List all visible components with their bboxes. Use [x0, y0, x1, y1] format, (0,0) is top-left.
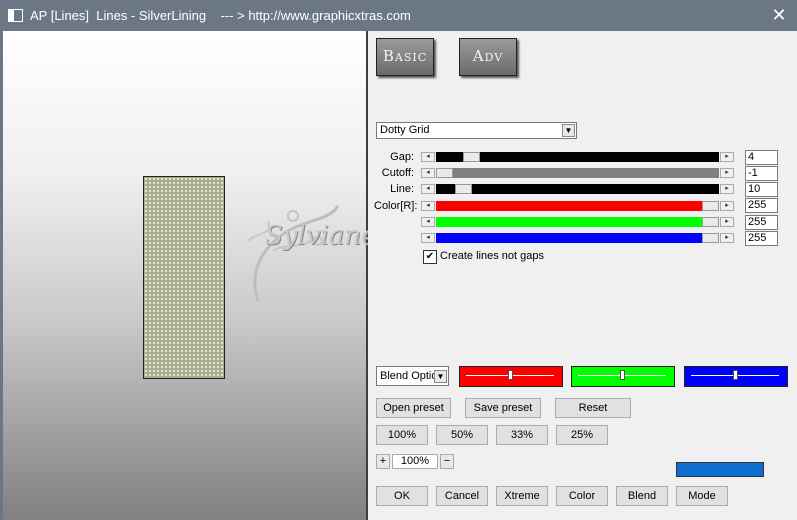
- xtreme-button[interactable]: Xtreme: [496, 486, 548, 506]
- zoom-minus-button[interactable]: −: [440, 454, 454, 469]
- slider-right-arrow-icon[interactable]: ▸: [720, 233, 734, 243]
- preview-pane: Sylviane: [3, 31, 376, 520]
- slider-right-arrow-icon[interactable]: ▸: [720, 152, 734, 162]
- slider-label: Color[R]:: [374, 200, 418, 212]
- watermark-text: Sylviane: [265, 221, 377, 251]
- blend-options-value: Blend Optio: [380, 370, 434, 382]
- blend-options-select[interactable]: Blend Optio ▼: [376, 366, 449, 386]
- color-button[interactable]: Color: [556, 486, 608, 506]
- preview-swatch: [143, 176, 225, 379]
- slider-track[interactable]: [436, 168, 719, 178]
- slider-value-field[interactable]: 255: [745, 231, 778, 246]
- slider-label: Gap:: [390, 151, 414, 163]
- controls-panel: Basic Adv Dotty Grid ▼ Gap: ◂ ▸ 4 Cutoff: ◂ ▸ -…: [368, 31, 797, 520]
- slider-value-field[interactable]: -1: [745, 166, 778, 181]
- slider-left-arrow-icon[interactable]: ◂: [421, 152, 435, 162]
- slider[interactable]: ◂ ▸: [421, 201, 734, 211]
- slider-left-arrow-icon[interactable]: ◂: [421, 168, 435, 178]
- create-lines-checkbox[interactable]: ✔: [423, 250, 437, 264]
- slider[interactable]: ◂ ▸: [421, 233, 734, 243]
- slider[interactable]: ◂ ▸: [421, 184, 734, 194]
- color-level-knob[interactable]: [620, 370, 625, 380]
- slider-track[interactable]: [436, 217, 719, 227]
- slider[interactable]: ◂ ▸: [421, 217, 734, 227]
- zoom-33-button[interactable]: 33%: [496, 425, 548, 445]
- slider-thumb[interactable]: [702, 233, 719, 243]
- slider-track[interactable]: [436, 201, 719, 211]
- slider-right-arrow-icon[interactable]: ▸: [720, 184, 734, 194]
- window-title: AP [Lines] Lines - SilverLining --- > ht…: [30, 8, 411, 23]
- color-level-knob[interactable]: [508, 370, 513, 380]
- slider-track[interactable]: [436, 184, 719, 194]
- slider-track[interactable]: [436, 233, 719, 243]
- color-level-box[interactable]: [459, 366, 563, 387]
- zoom-100-button[interactable]: 100%: [376, 425, 428, 445]
- slider-thumb[interactable]: [455, 184, 472, 194]
- slider-right-arrow-icon[interactable]: ▸: [720, 217, 734, 227]
- slider-value-field[interactable]: 255: [745, 198, 778, 213]
- zoom-value-field[interactable]: 100%: [392, 454, 438, 469]
- slider-value-field[interactable]: 255: [745, 215, 778, 230]
- slider-thumb[interactable]: [463, 152, 480, 162]
- slider[interactable]: ◂ ▸: [421, 152, 734, 162]
- open-preset-button[interactable]: Open preset: [376, 398, 451, 418]
- slider-thumb[interactable]: [436, 168, 453, 178]
- zoom-plus-button[interactable]: +: [376, 454, 390, 469]
- slider-value-field[interactable]: 10: [745, 182, 778, 197]
- slider-right-arrow-icon[interactable]: ▸: [720, 201, 734, 211]
- slider-thumb[interactable]: [702, 201, 719, 211]
- slider-right-arrow-icon[interactable]: ▸: [720, 168, 734, 178]
- save-preset-button[interactable]: Save preset: [465, 398, 541, 418]
- color-level-box[interactable]: [684, 366, 788, 387]
- slider-left-arrow-icon[interactable]: ◂: [421, 233, 435, 243]
- zoom-50-button[interactable]: 50%: [436, 425, 488, 445]
- chevron-down-icon[interactable]: ▼: [562, 124, 575, 137]
- color-level-box[interactable]: [571, 366, 675, 387]
- mode-button[interactable]: Mode: [676, 486, 728, 506]
- app-window-icon: [8, 9, 23, 22]
- color-swatch-preview[interactable]: [676, 462, 764, 477]
- slider-left-arrow-icon[interactable]: ◂: [421, 184, 435, 194]
- slider-label: Line:: [390, 183, 414, 195]
- ok-button[interactable]: OK: [376, 486, 428, 506]
- check-icon: ✔: [425, 251, 435, 262]
- basic-tab-button[interactable]: Basic: [376, 38, 434, 76]
- zoom-stepper: + 100% −: [376, 454, 456, 470]
- slider-value-field[interactable]: 4: [745, 150, 778, 165]
- slider[interactable]: ◂ ▸: [421, 168, 734, 178]
- slider-left-arrow-icon[interactable]: ◂: [421, 201, 435, 211]
- zoom-25-button[interactable]: 25%: [556, 425, 608, 445]
- watermark-flourish-icon: [247, 205, 340, 302]
- pattern-select[interactable]: Dotty Grid ▼: [376, 122, 577, 139]
- adv-tab-button[interactable]: Adv: [459, 38, 517, 76]
- chevron-down-icon[interactable]: ▼: [434, 370, 447, 383]
- slider-thumb[interactable]: [702, 217, 719, 227]
- cancel-button[interactable]: Cancel: [436, 486, 488, 506]
- blend-button[interactable]: Blend: [616, 486, 668, 506]
- create-lines-label: Create lines not gaps: [440, 250, 544, 262]
- close-button[interactable]: ✕: [769, 5, 789, 25]
- reset-button[interactable]: Reset: [555, 398, 631, 418]
- color-level-knob[interactable]: [733, 370, 738, 380]
- slider-label: Cutoff:: [381, 167, 414, 179]
- title-bar: AP [Lines] Lines - SilverLining --- > ht…: [0, 0, 797, 31]
- pattern-select-value: Dotty Grid: [380, 124, 430, 136]
- slider-left-arrow-icon[interactable]: ◂: [421, 217, 435, 227]
